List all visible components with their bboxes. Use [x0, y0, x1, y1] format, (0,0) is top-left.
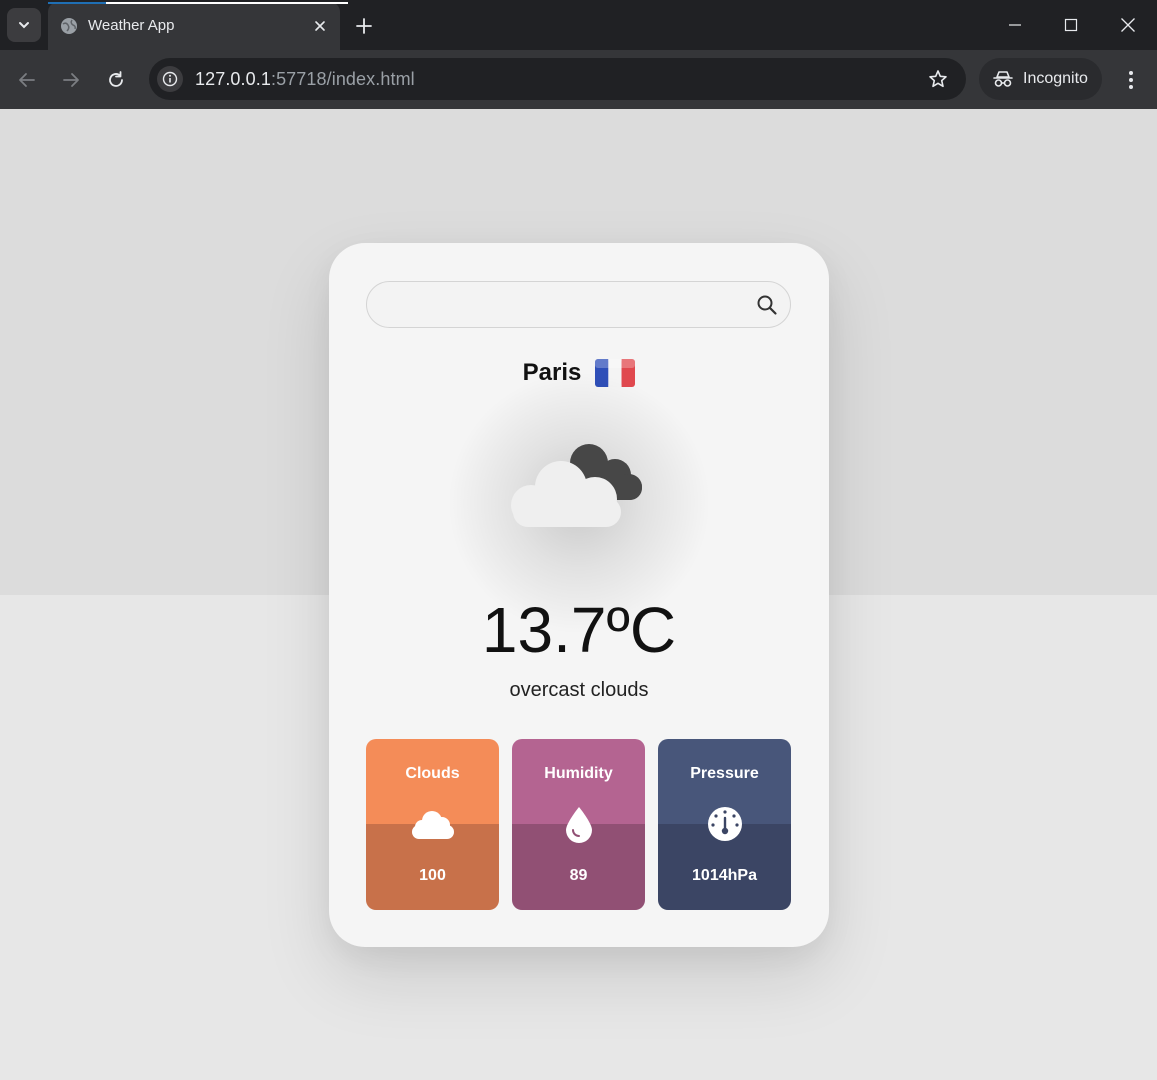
- more-vertical-icon: [1129, 71, 1133, 89]
- bookmark-button[interactable]: [926, 67, 950, 91]
- tab-search-button[interactable]: [7, 8, 41, 42]
- close-window-button[interactable]: [1105, 8, 1151, 42]
- stat-value: 1014hPa: [692, 867, 757, 884]
- stat-value: 100: [419, 867, 446, 884]
- browser-tab[interactable]: Weather App: [48, 2, 348, 50]
- search-input[interactable]: [385, 282, 745, 327]
- url-host: 127.0.0.1: [195, 69, 271, 89]
- tab-loading-bar: [48, 2, 106, 4]
- maximize-icon: [1064, 18, 1078, 32]
- site-info-button[interactable]: [157, 66, 183, 92]
- arrow-left-icon: [19, 73, 35, 87]
- droplet-icon: [566, 807, 592, 843]
- forward-button[interactable]: [55, 64, 87, 96]
- url-path: :57718/index.html: [270, 69, 415, 89]
- close-icon: [315, 21, 325, 31]
- stat-label: Pressure: [690, 765, 759, 782]
- search-icon[interactable]: [756, 294, 778, 316]
- back-button[interactable]: [11, 64, 43, 96]
- browser-tab-bar: Weather App: [0, 0, 1157, 50]
- browser-toolbar: 127.0.0.1:57718/index.html Incognito: [0, 50, 1157, 109]
- url-text[interactable]: 127.0.0.1:57718/index.html: [195, 69, 415, 90]
- reload-button[interactable]: [100, 64, 132, 96]
- cloud-icon: [412, 811, 454, 839]
- arrow-right-icon: [63, 73, 79, 87]
- gauge-icon: [708, 807, 742, 841]
- incognito-label: Incognito: [1023, 70, 1088, 87]
- tab-close-button[interactable]: [308, 14, 332, 38]
- star-icon: [929, 70, 947, 88]
- new-tab-button[interactable]: [350, 12, 378, 40]
- incognito-button[interactable]: Incognito: [979, 58, 1102, 100]
- minimize-icon: [1009, 24, 1021, 26]
- search-box[interactable]: [366, 281, 791, 328]
- broken-clouds-icon: [511, 444, 642, 527]
- stat-value: 89: [569, 867, 588, 884]
- chevron-down-icon: [19, 22, 29, 29]
- address-bar[interactable]: 127.0.0.1:57718/index.html: [149, 58, 966, 100]
- incognito-icon: [993, 71, 1013, 87]
- maximize-button[interactable]: [1048, 8, 1094, 42]
- tab-title: Weather App: [88, 17, 175, 34]
- stat-label: Clouds: [405, 765, 460, 782]
- minimize-button[interactable]: [992, 8, 1038, 42]
- page-viewport: Paris 13.7ºC overcast clouds Clouds 100 …: [0, 109, 1157, 1080]
- temperature: 13.7ºC: [481, 594, 677, 666]
- weather-card: Paris 13.7ºC overcast clouds Clouds 100 …: [329, 243, 829, 947]
- info-icon: [162, 71, 178, 87]
- close-icon: [1121, 18, 1135, 32]
- browser-menu-button[interactable]: [1118, 64, 1144, 96]
- globe-icon: [61, 18, 77, 34]
- stat-card-clouds: Clouds 100: [366, 739, 499, 910]
- stat-card-humidity: Humidity 89: [512, 739, 645, 910]
- plus-icon: [356, 18, 372, 34]
- stat-card-pressure: Pressure 1014hPa: [658, 739, 791, 910]
- weather-description: overcast clouds: [509, 679, 649, 701]
- reload-icon: [109, 71, 123, 87]
- stat-label: Humidity: [544, 765, 613, 782]
